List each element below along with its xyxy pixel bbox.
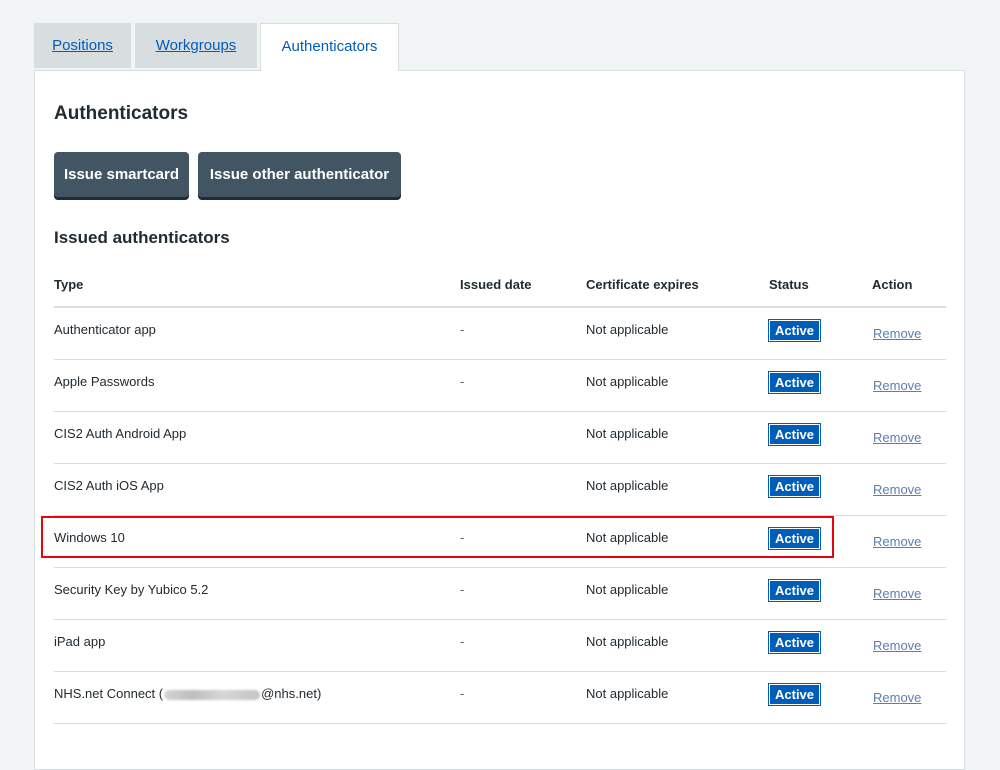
status-badge: Active bbox=[767, 319, 822, 342]
status-badge: Active bbox=[767, 683, 822, 706]
header-issued-date: Issued date bbox=[460, 277, 532, 292]
row-certificate-expires: Not applicable bbox=[586, 634, 669, 649]
row-type: Apple Passwords bbox=[54, 374, 155, 389]
row-certificate-expires: Not applicable bbox=[586, 374, 669, 389]
row-type: NHS.net Connect ( @nhs.net) bbox=[54, 686, 321, 701]
row-certificate-expires: Not applicable bbox=[586, 686, 669, 701]
status-badge: Active bbox=[767, 631, 822, 654]
row-issued-date: - bbox=[460, 634, 465, 649]
table-header: Type Issued date Certificate expires Sta… bbox=[54, 264, 946, 308]
remove-link[interactable]: Remove bbox=[873, 378, 921, 393]
row-certificate-expires: Not applicable bbox=[586, 582, 669, 597]
row-certificate-expires: Not applicable bbox=[586, 322, 669, 337]
tab-positions-link[interactable]: Positions bbox=[52, 37, 113, 54]
table-row: Authenticator app - Not applicable Activ… bbox=[54, 308, 946, 360]
remove-link[interactable]: Remove bbox=[873, 534, 921, 549]
status-badge: Active bbox=[767, 475, 822, 498]
page-title: Authenticators bbox=[54, 103, 189, 124]
row-certificate-expires: Not applicable bbox=[586, 478, 669, 493]
row-type: Security Key by Yubico 5.2 bbox=[54, 582, 209, 597]
remove-link[interactable]: Remove bbox=[873, 638, 921, 653]
header-action: Action bbox=[872, 277, 913, 292]
table-row: Security Key by Yubico 5.2 - Not applica… bbox=[54, 568, 946, 620]
table-row: Apple Passwords - Not applicable Active … bbox=[54, 360, 946, 412]
issue-other-authenticator-button[interactable]: Issue other authenticator bbox=[198, 152, 401, 197]
remove-link[interactable]: Remove bbox=[873, 690, 921, 705]
highlight-box bbox=[41, 516, 834, 558]
remove-link[interactable]: Remove bbox=[873, 586, 921, 601]
header-status: Status bbox=[769, 277, 809, 292]
remove-link[interactable]: Remove bbox=[873, 326, 921, 341]
row-issued-date: - bbox=[460, 582, 465, 597]
row-issued-date: - bbox=[460, 686, 465, 701]
authenticators-panel: Authenticators Issue smartcard Issue oth… bbox=[34, 70, 965, 770]
table-row: CIS2 Auth iOS App Not applicable Active … bbox=[54, 464, 946, 516]
header-type: Type bbox=[54, 277, 84, 292]
row-type: CIS2 Auth iOS App bbox=[54, 478, 164, 493]
remove-link[interactable]: Remove bbox=[873, 430, 921, 445]
status-badge: Active bbox=[767, 371, 822, 394]
row-issued-date: - bbox=[460, 374, 465, 389]
row-type-prefix: NHS.net Connect ( bbox=[54, 686, 164, 701]
redacted-email bbox=[164, 689, 261, 700]
row-certificate-expires: Not applicable bbox=[586, 426, 669, 441]
table-row: iPad app - Not applicable Active Remove bbox=[54, 620, 946, 672]
row-type: Authenticator app bbox=[54, 322, 156, 337]
tab-workgroups[interactable]: Workgroups bbox=[135, 23, 257, 68]
row-type: iPad app bbox=[54, 634, 106, 649]
row-type-suffix: @nhs.net) bbox=[261, 686, 322, 701]
tab-positions[interactable]: Positions bbox=[34, 23, 131, 68]
header-certificate-expires: Certificate expires bbox=[586, 277, 699, 292]
table-row: CIS2 Auth Android App Not applicable Act… bbox=[54, 412, 946, 464]
remove-link[interactable]: Remove bbox=[873, 482, 921, 497]
issue-smartcard-button[interactable]: Issue smartcard bbox=[54, 152, 189, 197]
table-row: NHS.net Connect ( @nhs.net) - Not applica… bbox=[54, 672, 946, 724]
status-badge: Active bbox=[767, 579, 822, 602]
row-type: CIS2 Auth Android App bbox=[54, 426, 187, 441]
section-title: Issued authenticators bbox=[54, 228, 230, 247]
row-issued-date: - bbox=[460, 322, 465, 337]
issued-authenticators-table: Type Issued date Certificate expires Sta… bbox=[54, 264, 946, 724]
tab-workgroups-link[interactable]: Workgroups bbox=[156, 37, 237, 54]
status-badge: Active bbox=[767, 423, 822, 446]
tab-authenticators[interactable]: Authenticators bbox=[260, 23, 399, 71]
